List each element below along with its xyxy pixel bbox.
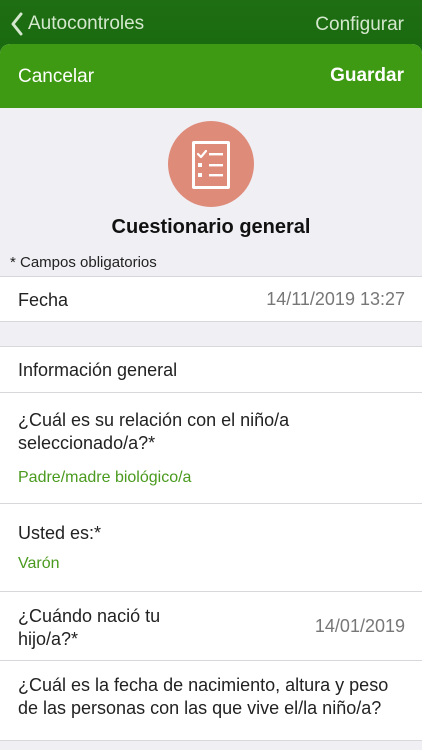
configure-button[interactable]: Configurar <box>315 14 404 36</box>
form-title: Cuestionario general <box>111 216 311 238</box>
nacimiento-row[interactable]: ¿Cuándo nació tu hijo/a?* 14/01/2019 <box>0 592 422 661</box>
section-header-row: Información general <box>0 346 422 393</box>
section-title: Información general <box>18 360 178 380</box>
fecha-row[interactable]: Fecha 14/11/2019 13:27 <box>0 276 422 322</box>
required-fields-note: * Campos obligatorios <box>10 254 157 271</box>
form-hero: Cuestionario general <box>0 108 422 250</box>
back-button-label: Autocontroles <box>28 13 145 34</box>
save-button[interactable]: Guardar <box>330 65 404 87</box>
nacimiento-value: 14/01/2019 <box>314 616 405 636</box>
form-sheet: Cancelar Guardar Cuestionario general * … <box>0 44 422 750</box>
chevron-left-icon <box>11 12 23 36</box>
relacion-row[interactable]: ¿Cuál es su relación con el niño/a selec… <box>0 393 422 504</box>
usted-es-value: Varón <box>18 555 60 572</box>
nacimiento-label: ¿Cuándo nació tu hijo/a?* <box>18 606 161 649</box>
checklist-icon <box>168 121 254 207</box>
cancel-button[interactable]: Cancelar <box>18 66 94 88</box>
usted-es-row[interactable]: Usted es:* Varón <box>0 504 422 592</box>
section-gap <box>0 322 422 346</box>
convivientes-label: ¿Cuál es la fecha de nacimiento, altura … <box>18 675 389 718</box>
fecha-value: 14/11/2019 13:27 <box>266 289 405 309</box>
usted-es-label: Usted es:* <box>18 523 102 543</box>
back-button[interactable]: Autocontroles <box>10 10 144 38</box>
fecha-label: Fecha <box>18 290 69 310</box>
relacion-value: Padre/madre biológico/a <box>18 469 192 486</box>
convivientes-row[interactable]: ¿Cuál es la fecha de nacimiento, altura … <box>0 661 422 741</box>
relacion-label: ¿Cuál es su relación con el niño/a selec… <box>18 410 290 453</box>
sheet-header: Cancelar Guardar <box>0 44 422 108</box>
nav-bar: Autocontroles Configurar <box>0 0 422 46</box>
screen: Autocontroles Configurar Cancelar Guarda… <box>0 0 422 750</box>
